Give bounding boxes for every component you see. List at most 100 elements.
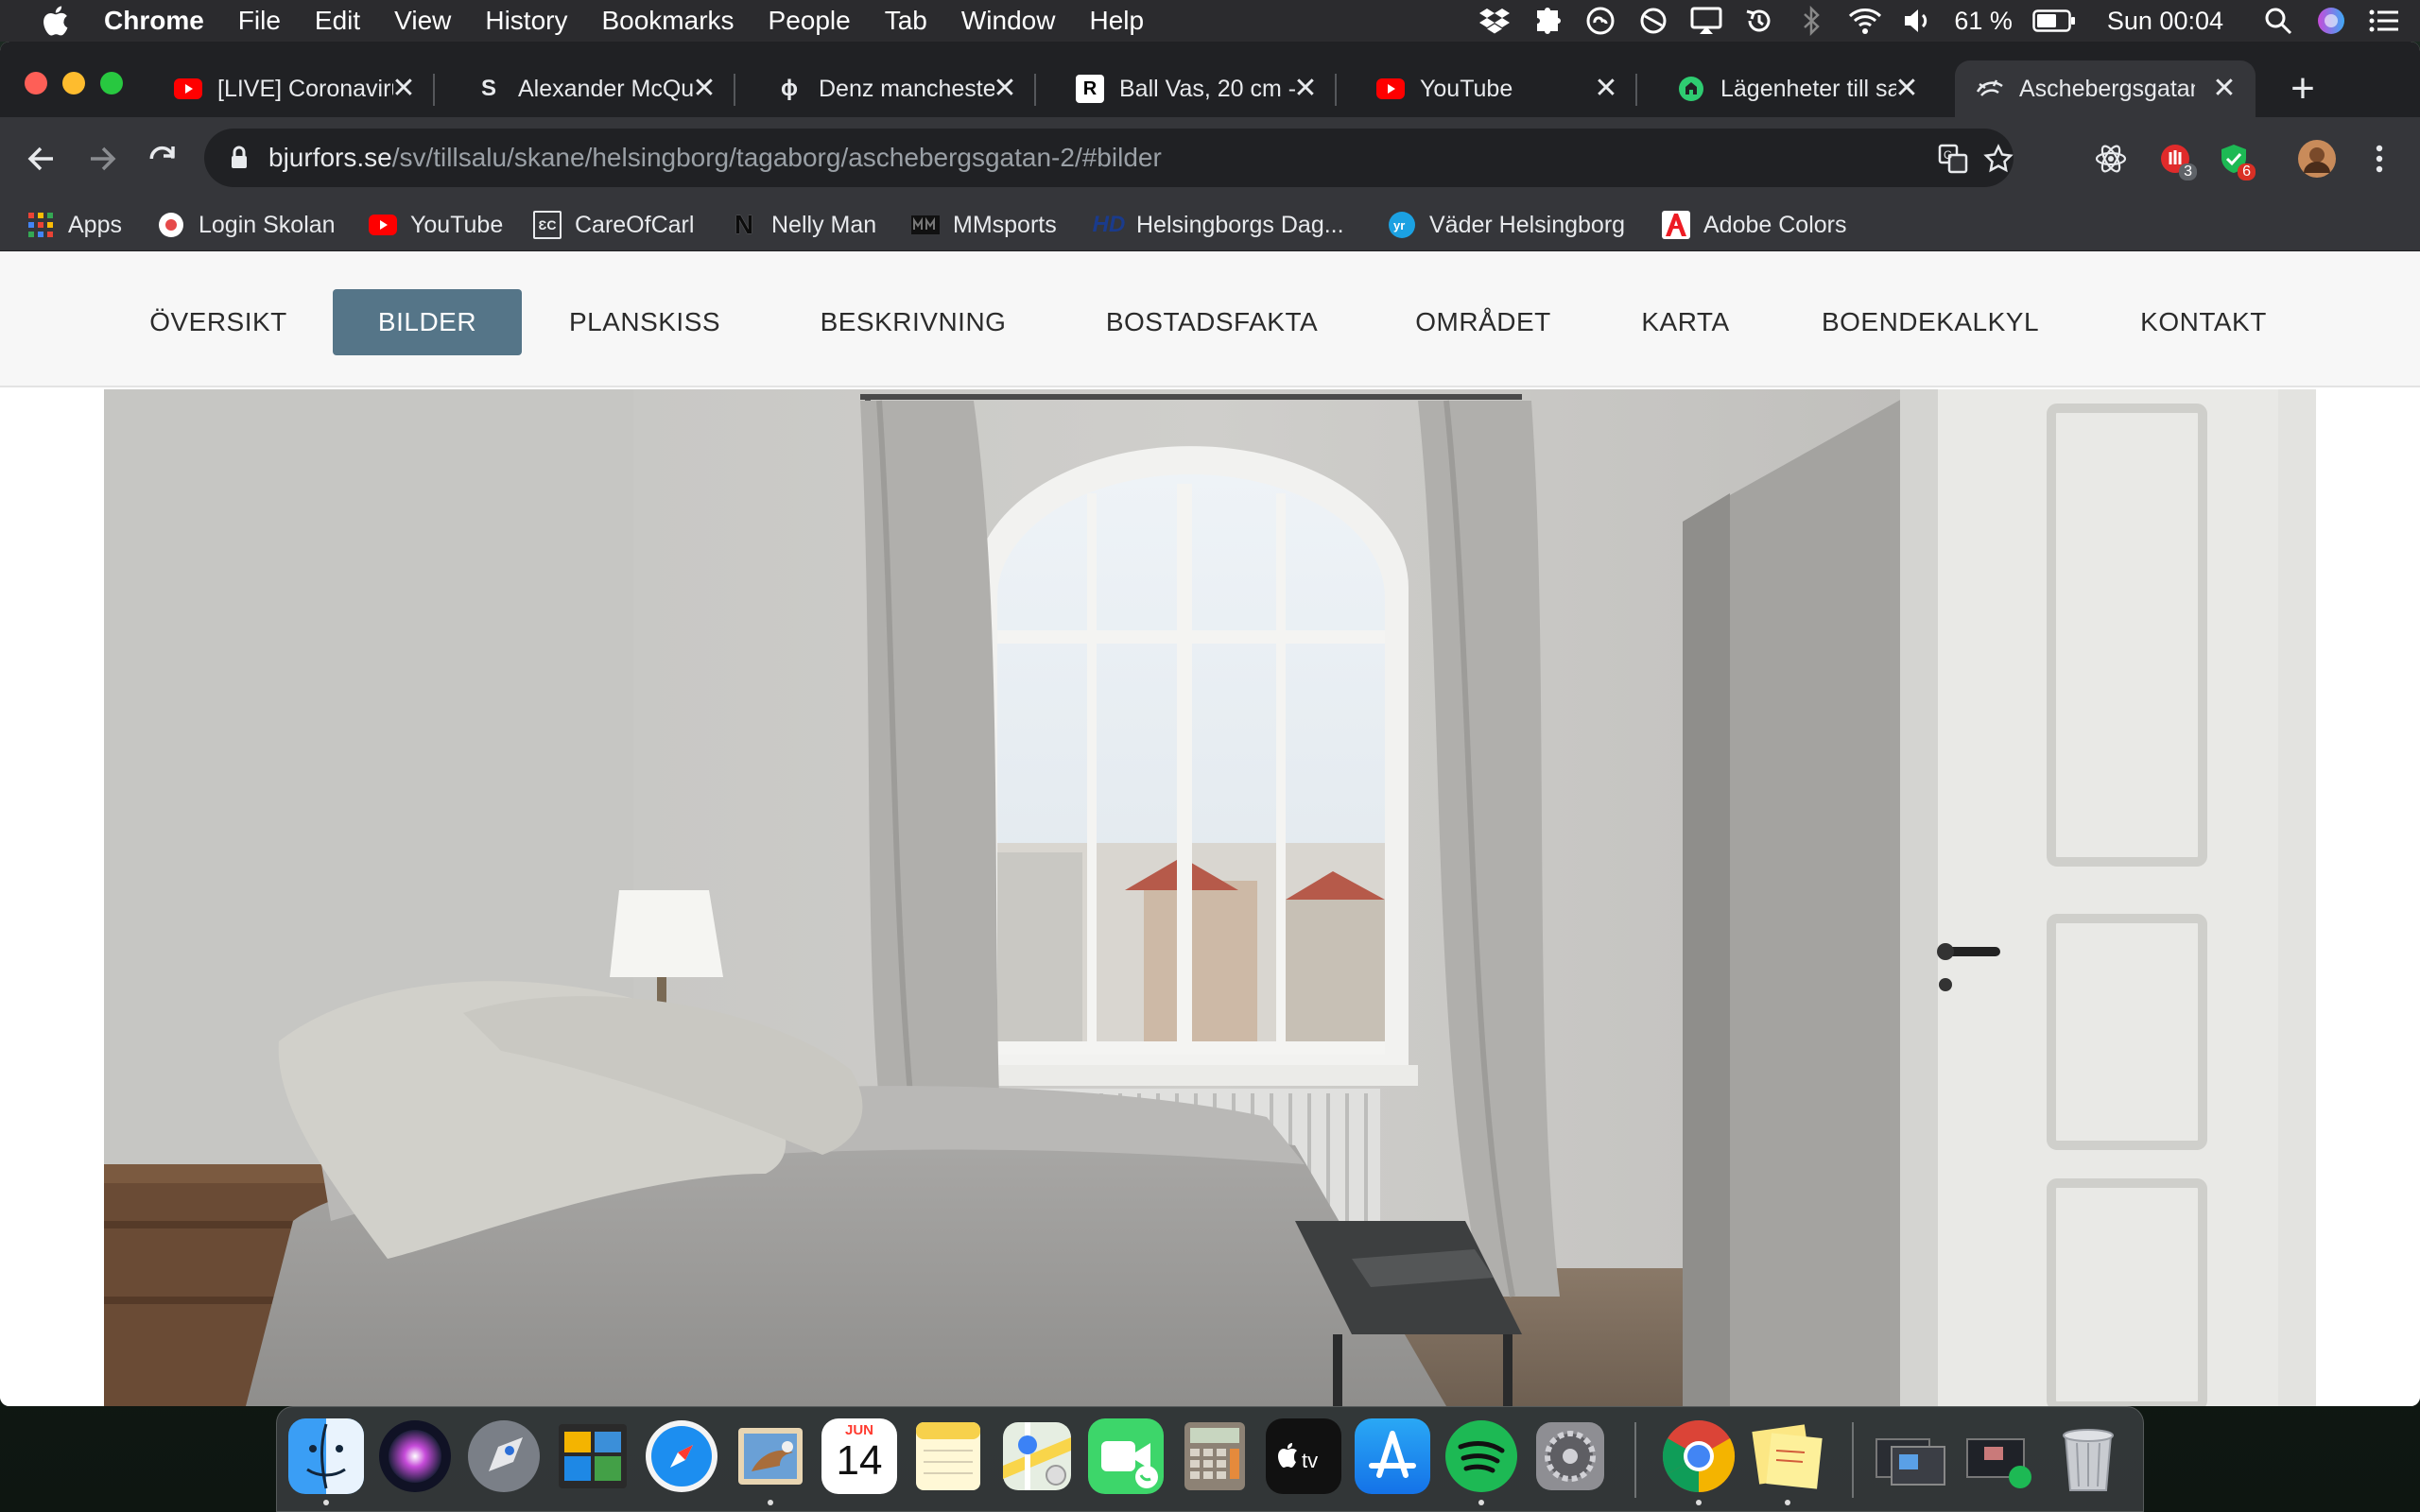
close-tab-icon[interactable]: ✕ bbox=[1891, 72, 1923, 104]
subnav-planskiss[interactable]: PLANSKISS bbox=[569, 289, 720, 355]
app-store-icon[interactable] bbox=[1355, 1418, 1430, 1494]
menu-view[interactable]: View bbox=[394, 6, 451, 36]
close-tab-icon[interactable]: ✕ bbox=[1590, 72, 1622, 104]
screenshots-stack-icon[interactable] bbox=[1962, 1418, 2037, 1494]
new-tab-button[interactable]: + bbox=[2280, 65, 2325, 112]
tab-aschebergsgatan[interactable]: Aschebergsgatan ✕ bbox=[1955, 60, 2256, 117]
airplay-icon[interactable] bbox=[1689, 4, 1723, 38]
safari-icon[interactable] bbox=[644, 1418, 719, 1494]
clock[interactable]: Sun 00:04 bbox=[2107, 7, 2223, 36]
bookmark-mmsports[interactable]: MMsports bbox=[911, 206, 1057, 244]
listing-photo-bedroom[interactable] bbox=[104, 389, 2316, 1406]
time-machine-icon[interactable] bbox=[1742, 4, 1776, 38]
menu-edit[interactable]: Edit bbox=[315, 6, 360, 36]
siri-icon[interactable] bbox=[2314, 4, 2348, 38]
battery-percent[interactable]: 61 % bbox=[1954, 7, 2013, 36]
address-bar[interactable]: bjurfors.se/sv/tillsalu/skane/helsingbor… bbox=[204, 129, 2014, 187]
bookmark-apps[interactable]: Apps bbox=[26, 206, 122, 244]
spotify-icon[interactable] bbox=[1443, 1418, 1519, 1494]
forward-button[interactable] bbox=[79, 136, 125, 181]
close-tab-icon[interactable]: ✕ bbox=[2208, 72, 2240, 104]
bookmark-label: Helsingborgs Dag... bbox=[1136, 211, 1344, 238]
calculator-icon[interactable] bbox=[1177, 1418, 1253, 1494]
puzzle-icon[interactable] bbox=[1530, 4, 1564, 38]
bookmark-careofcarl[interactable]: ƐC CareOfCarl bbox=[533, 206, 694, 244]
tab-youtube[interactable]: YouTube ✕ bbox=[1337, 60, 1637, 117]
tab-lagenheter[interactable]: Lägenheter till salu ✕ bbox=[1637, 60, 1938, 117]
subnav-bostadsfakta[interactable]: BOSTADSFAKTA bbox=[1106, 289, 1318, 355]
profile-avatar[interactable] bbox=[2295, 137, 2339, 180]
subnav-karta[interactable]: KARTA bbox=[1641, 289, 1729, 355]
close-window-button[interactable] bbox=[25, 72, 47, 94]
menu-tab[interactable]: Tab bbox=[885, 6, 927, 36]
tab-favicon: R bbox=[1076, 75, 1104, 103]
menu-bookmarks[interactable]: Bookmarks bbox=[601, 6, 734, 36]
shield-red-extension-icon[interactable]: 3 bbox=[2153, 137, 2197, 180]
subnav-oversikt[interactable]: ÖVERSIKT bbox=[149, 289, 286, 355]
mail-icon[interactable] bbox=[733, 1418, 808, 1494]
control-list-icon[interactable] bbox=[2367, 4, 2401, 38]
app-menu-chrome[interactable]: Chrome bbox=[104, 6, 204, 36]
siri-dock-icon[interactable] bbox=[377, 1418, 453, 1494]
subnav-bilder[interactable]: BILDER bbox=[333, 289, 522, 355]
creative-cloud-icon[interactable] bbox=[1583, 4, 1617, 38]
bookmark-nelly-man[interactable]: N Nelly Man bbox=[730, 206, 876, 244]
subnav-beskrivning[interactable]: BESKRIVNING bbox=[821, 289, 1006, 355]
menu-file[interactable]: File bbox=[238, 6, 281, 36]
tab-alexander-mcqueen[interactable]: S Alexander McQueen ✕ bbox=[435, 60, 735, 117]
trash-icon[interactable] bbox=[2050, 1418, 2126, 1494]
lock-icon[interactable] bbox=[227, 144, 251, 172]
bluetooth-icon[interactable] bbox=[1795, 4, 1829, 38]
reload-button[interactable] bbox=[140, 136, 185, 181]
spotlight-search-icon[interactable] bbox=[2261, 4, 2295, 38]
maps-icon[interactable] bbox=[999, 1418, 1075, 1494]
menu-people[interactable]: People bbox=[769, 6, 851, 36]
menu-history[interactable]: History bbox=[485, 6, 567, 36]
apple-menu-icon[interactable] bbox=[34, 5, 76, 37]
subnav-omradet[interactable]: OMRÅDET bbox=[1415, 289, 1550, 355]
close-tab-icon[interactable]: ✕ bbox=[688, 72, 720, 104]
bookmark-login-skolan[interactable]: Login Skolan bbox=[157, 206, 336, 244]
tab-live-coronavirus[interactable]: [LIVE] Coronavirus ✕ bbox=[134, 60, 435, 117]
wifi-icon[interactable] bbox=[1848, 4, 1882, 38]
minimize-window-button[interactable] bbox=[62, 72, 85, 94]
close-tab-icon[interactable]: ✕ bbox=[388, 72, 420, 104]
notes-icon[interactable] bbox=[910, 1418, 986, 1494]
apple-tv-icon[interactable]: tv bbox=[1266, 1418, 1341, 1494]
react-devtools-icon[interactable] bbox=[2089, 137, 2133, 180]
dock: JUN 14 tv bbox=[276, 1406, 2144, 1512]
chrome-menu-icon[interactable] bbox=[2358, 137, 2401, 180]
launchpad-icon[interactable] bbox=[466, 1418, 542, 1494]
url-text[interactable]: bjurfors.se/sv/tillsalu/skane/helsingbor… bbox=[268, 143, 1162, 173]
bookmark-vader-helsingborg[interactable]: yr Väder Helsingborg bbox=[1388, 206, 1625, 244]
tab-denz-manchester[interactable]: ϕ Denz manchester ✕ bbox=[735, 60, 1036, 117]
fullscreen-window-button[interactable] bbox=[100, 72, 123, 94]
tab-ball-vas[interactable]: R Ball Vas, 20 cm - ✕ bbox=[1036, 60, 1337, 117]
bookmark-helsingborgs-dagblad[interactable]: HD Helsingborgs Dag... bbox=[1093, 206, 1344, 244]
subnav-kontakt[interactable]: KONTAKT bbox=[2140, 289, 2266, 355]
circle-icon[interactable] bbox=[1636, 4, 1670, 38]
system-preferences-icon[interactable] bbox=[1532, 1418, 1608, 1494]
facetime-icon[interactable] bbox=[1088, 1418, 1164, 1494]
bookmark-youtube[interactable]: YouTube bbox=[369, 206, 503, 244]
svg-text:tv: tv bbox=[1302, 1449, 1318, 1472]
back-button[interactable] bbox=[19, 136, 64, 181]
shield-green-extension-icon[interactable]: 6 bbox=[2212, 137, 2256, 180]
finder-icon[interactable] bbox=[288, 1418, 364, 1494]
menu-window[interactable]: Window bbox=[961, 6, 1056, 36]
close-tab-icon[interactable]: ✕ bbox=[989, 72, 1021, 104]
dropbox-icon[interactable] bbox=[1478, 4, 1512, 38]
battery-icon[interactable] bbox=[2031, 4, 2077, 38]
close-tab-icon[interactable]: ✕ bbox=[1289, 72, 1322, 104]
stickies-icon[interactable] bbox=[1750, 1418, 1825, 1494]
bookmark-star-icon[interactable] bbox=[1981, 142, 2015, 176]
downloads-stack-icon[interactable] bbox=[1873, 1418, 1948, 1494]
bookmark-adobe-colors[interactable]: Adobe Colors bbox=[1662, 206, 1846, 244]
chrome-icon[interactable] bbox=[1661, 1418, 1737, 1494]
subnav-boendekalkyl[interactable]: BOENDEKALKYL bbox=[1822, 289, 2039, 355]
volume-icon[interactable] bbox=[1901, 4, 1935, 38]
calendar-icon[interactable]: JUN 14 bbox=[821, 1418, 897, 1494]
translate-icon[interactable]: G bbox=[1936, 142, 1970, 176]
menu-help[interactable]: Help bbox=[1089, 6, 1144, 36]
photo-booth-icon[interactable] bbox=[555, 1418, 631, 1494]
